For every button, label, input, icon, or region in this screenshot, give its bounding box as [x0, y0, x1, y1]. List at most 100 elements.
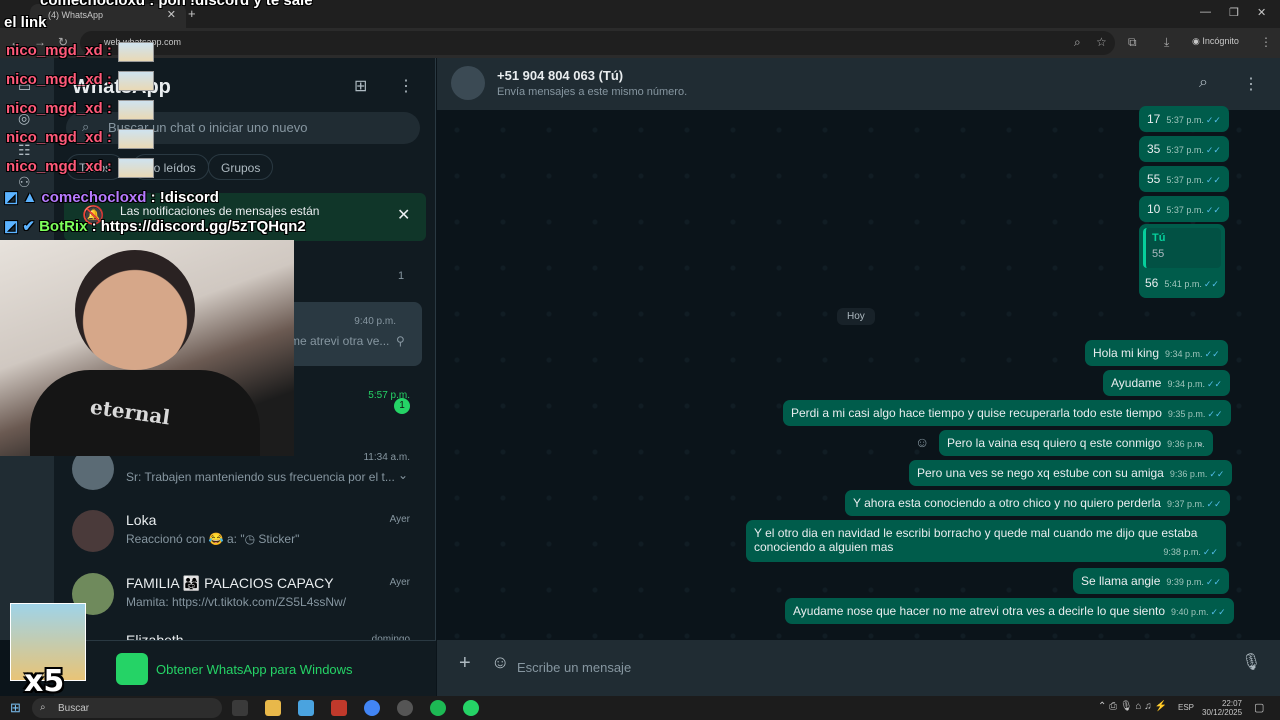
contact-avatar[interactable] [451, 66, 485, 100]
message-text: Ayudame [1111, 376, 1162, 390]
notepad-icon[interactable] [298, 700, 314, 716]
emoji-react-icon[interactable]: ☺ [915, 434, 929, 450]
chat-preview: Mamita: https://vt.tiktok.com/ZS5L4ssNw/ [126, 595, 347, 609]
message-text: 55 [1147, 172, 1161, 186]
read-check-icon: ✓✓ [1205, 145, 1221, 155]
close-tab-icon[interactable]: ✕ [167, 8, 176, 21]
chat-item[interactable]: Loka Ayer Reaccionó con 😂 a: "◷ Sticker" [54, 500, 436, 564]
chat-name: Elizabeth [126, 632, 184, 640]
attach-plus-icon[interactable]: + [459, 652, 471, 675]
stream-chat-line: ◩ ▲ comechocloxd : !discord [4, 188, 219, 206]
day-divider: Hoy [837, 308, 875, 325]
stream-chat-line: ◩ ✔ BotRix : https://discord.gg/5zTQHqn2 [4, 217, 306, 235]
get-app-banner[interactable]: Obtener WhatsApp para Windows [54, 640, 436, 696]
emoji-icon[interactable]: ☺ [491, 652, 509, 673]
windows-taskbar: ⊞ ⌕ Buscar ⌃ ⎙ 🎙 ⌂ ♫ ⚡ ESP 22:07 30/12/2… [0, 696, 1280, 720]
read-check-icon: ✓✓ [1210, 607, 1226, 617]
webcam-overlay: eternal [0, 240, 294, 456]
message-time: 5:37 p.m. [1166, 205, 1204, 215]
close-window-icon[interactable]: ✕ [1257, 6, 1266, 19]
contact-subtitle: Envía mensajes a este mismo número. [497, 86, 688, 98]
message-bubble[interactable]: 10 5:37 p.m. ✓✓ [1139, 196, 1229, 222]
sticker-thumbnail [118, 100, 154, 120]
message-text: 10 [1147, 202, 1161, 216]
contact-name: +51 904 804 063 (Tú) [497, 68, 624, 83]
whatsapp-icon[interactable] [463, 700, 479, 716]
microphone-icon[interactable]: 🎙 [1241, 652, 1261, 672]
message-bubble[interactable]: Hola mi king 9:34 p.m. ✓✓ [1085, 340, 1228, 366]
obs-icon[interactable] [397, 700, 413, 716]
read-check-icon: ✓✓ [1207, 409, 1223, 419]
clock-date: 30/12/2025 [1202, 708, 1243, 717]
chat-name: FAMILIA 👨‍👩‍👧 PALACIOS CAPACY [126, 575, 334, 591]
message-input[interactable]: Escribe un mensaje [517, 652, 1217, 684]
task-view-icon[interactable] [232, 700, 248, 716]
extensions-icon[interactable]: ⧉ [1128, 35, 1137, 50]
message-bubble[interactable]: Perdi a mi casi algo hace tiempo y quise… [783, 400, 1231, 426]
restore-icon[interactable]: ❐ [1229, 6, 1239, 19]
message-bubble[interactable]: Pero una ves se nego xq estube con su am… [909, 460, 1233, 486]
file-explorer-icon[interactable] [265, 700, 281, 716]
message-bubble[interactable]: Ayudame nose que hacer no me atrevi otra… [785, 598, 1234, 624]
address-bar-row: ← → ↻ web.whatsapp.com ⌕ ☆ ⧉ ⤓ ◉ Incógni… [0, 28, 1280, 58]
read-check-icon: ✓✓ [1203, 279, 1219, 289]
chevron-down-icon[interactable]: ⌄ [398, 468, 408, 482]
stream-chat-user: nico_mgd_xd : [6, 129, 112, 146]
chat-preview: me atrevi otra ve... [290, 334, 390, 348]
new-chat-icon[interactable]: ⊞ [354, 76, 367, 96]
taskbar-search[interactable]: ⌕ Buscar [32, 698, 222, 718]
chevron-down-icon[interactable]: ⌄ [1195, 436, 1204, 449]
tray-icons[interactable]: ⌃ ⎙ 🎙 ⌂ ♫ ⚡ [1098, 701, 1167, 712]
language-indicator[interactable]: ESP [1178, 703, 1194, 712]
message-bubble[interactable]: Pero la vaina esq quiero q este conmigo 9… [939, 430, 1213, 456]
clock[interactable]: 22:07 30/12/2025 [1202, 699, 1242, 717]
message-bubble[interactable]: Y ahora esta conociendo a otro chico y n… [845, 490, 1230, 516]
chat-item[interactable]: FAMILIA 👨‍👩‍👧 PALACIOS CAPACY Ayer Mamit… [54, 563, 436, 627]
bookmark-icon[interactable]: ☆ [1096, 35, 1107, 49]
chat-item[interactable]: Elizabeth domingo [54, 624, 436, 640]
read-check-icon: ✓✓ [1205, 205, 1221, 215]
filter-groups[interactable]: Grupos [208, 154, 274, 180]
chat-header[interactable]: +51 904 804 063 (Tú) Envía mensajes a es… [437, 58, 1280, 110]
sticker-thumbnail [118, 158, 154, 178]
message-time: 5:41 p.m. [1164, 279, 1202, 289]
message-text: Y ahora esta conociendo a otro chico y n… [853, 496, 1161, 510]
download-icon[interactable]: ⤓ [1164, 35, 1169, 50]
menu-icon[interactable]: ⋮ [398, 76, 414, 96]
stream-chat-text: : !discord [150, 189, 219, 206]
incognito-icon: ◉ [1192, 36, 1203, 46]
message-bubble[interactable]: Se llama angie 9:39 p.m. ✓✓ [1073, 568, 1230, 594]
message-text: conociendo a alguien mas [754, 540, 894, 554]
message-list[interactable]: 17 5:37 p.m. ✓✓ 35 5:37 p.m. ✓✓ 55 5:37 p.m. ✓… [437, 106, 1280, 640]
menu-icon[interactable]: ⋮ [1243, 74, 1259, 94]
zoom-icon[interactable]: ⌕ [1074, 35, 1081, 50]
close-banner-icon[interactable]: ✕ [397, 205, 410, 225]
message-bubble[interactable]: 17 5:37 p.m. ✓✓ [1139, 106, 1229, 132]
message-bubble[interactable]: Ayudame 9:34 p.m. ✓✓ [1103, 370, 1231, 396]
app-icon[interactable] [331, 700, 347, 716]
search-icon: ⌕ [40, 702, 46, 713]
search-icon[interactable]: ⌕ [1199, 74, 1208, 92]
chrome-icon[interactable] [364, 700, 380, 716]
quoted-message[interactable]: Tú 55 [1143, 228, 1221, 268]
clock-time: 22:07 [1221, 699, 1242, 708]
sticker-thumbnail [118, 129, 154, 149]
url-input[interactable]: web.whatsapp.com [80, 31, 1115, 55]
browser-menu-icon[interactable]: ⋮ [1260, 35, 1272, 49]
spotify-icon[interactable] [430, 700, 446, 716]
message-text: Ayudame nose que hacer no me atrevi otra… [793, 604, 1165, 618]
message-bubble[interactable]: 35 5:37 p.m. ✓✓ [1139, 136, 1229, 162]
pin-icon: ⚲ [396, 334, 405, 348]
incognito-badge[interactable]: ◉ Incógnito [1192, 36, 1239, 47]
message-placeholder: Escribe un mensaje [517, 660, 632, 675]
message-bubble[interactable]: Y el otro dia en navidad le escribi borr… [746, 520, 1226, 562]
read-check-icon: ✓✓ [1205, 115, 1221, 125]
minimize-icon[interactable]: — [1200, 6, 1211, 18]
message-bubble[interactable]: Tú 55 56 5:41 p.m. ✓✓ [1139, 224, 1225, 298]
message-bubble[interactable]: 55 5:37 p.m. ✓✓ [1139, 166, 1229, 192]
platform-icon: ◩ ▲ [4, 189, 38, 206]
start-icon[interactable]: ⊞ [10, 700, 21, 716]
chat-time: 9:40 p.m. [354, 316, 396, 327]
notifications-icon[interactable]: ▢ [1254, 701, 1264, 714]
combo-counter: x5 [24, 664, 65, 699]
